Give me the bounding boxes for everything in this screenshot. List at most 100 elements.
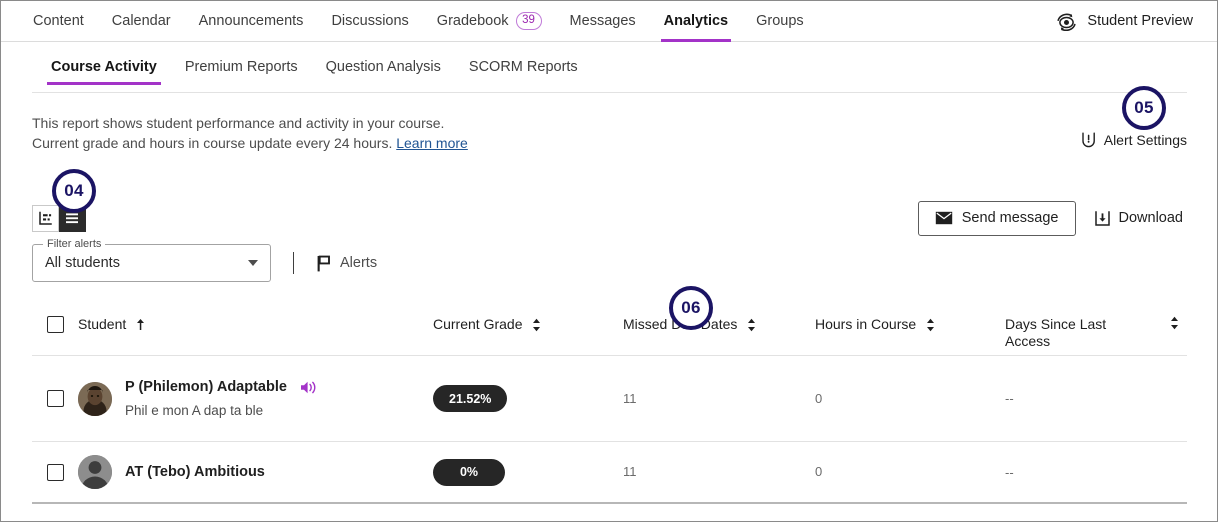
sort-toggle-icon xyxy=(926,318,935,332)
gradebook-count-badge: 39 xyxy=(515,12,542,30)
nav-item-calendar[interactable]: Calendar xyxy=(98,1,185,41)
row-hours-in-course-cell: 0 xyxy=(815,463,1005,481)
student-name: AT (Tebo) Ambitious xyxy=(125,464,265,480)
report-description-line-1: This report shows student performance an… xyxy=(32,115,445,131)
filter-alerts-value: All students xyxy=(45,255,120,271)
tab-question-analysis[interactable]: Question Analysis xyxy=(312,43,455,91)
analytics-course-activity-screen: Content Calendar Announcements Discussio… xyxy=(0,0,1218,522)
nav-item-analytics[interactable]: Analytics xyxy=(650,1,742,42)
nav-item-content[interactable]: Content xyxy=(29,1,98,41)
step-badge-06: 06 xyxy=(669,286,713,330)
student-activity-table: Student Current Grade Missed Dates Hours… xyxy=(32,308,1187,504)
days-since-last-access-value: -- xyxy=(1005,391,1014,406)
nav-item-label: Discussions xyxy=(331,13,409,29)
send-message-button[interactable]: Send message xyxy=(917,200,1076,236)
student-preview-button[interactable]: Student Preview xyxy=(1055,12,1201,31)
tab-course-activity[interactable]: Course Activity xyxy=(37,43,171,91)
tab-label: Question Analysis xyxy=(325,59,441,75)
nav-item-gradebook[interactable]: Gradebook 39 xyxy=(423,1,556,41)
column-header-label: Current Grade xyxy=(433,316,523,332)
toolbar-actions: Send message Download xyxy=(917,200,1188,236)
nav-item-label: Gradebook xyxy=(436,13,509,29)
column-header-label: Hours in Course xyxy=(815,316,917,332)
missed-due-dates-value: 11 xyxy=(623,390,637,406)
tab-label: Course Activity xyxy=(51,59,157,75)
learn-more-link[interactable]: Learn more xyxy=(396,135,468,151)
table-row[interactable]: P (Philemon) Adaptable Phil e mon A dap … xyxy=(32,356,1187,442)
tab-premium-reports[interactable]: Premium Reports xyxy=(171,43,312,91)
row-hours-in-course-cell: 0 xyxy=(815,390,1005,408)
nav-item-label: Groups xyxy=(756,13,804,29)
row-current-grade-cell: 0% xyxy=(433,458,623,486)
row-select-cell xyxy=(32,463,78,481)
column-header-current-grade[interactable]: Current Grade xyxy=(433,316,623,333)
filter-row: Filter alerts All students Alerts xyxy=(32,238,377,282)
name-pronunciation-audio-icon[interactable] xyxy=(300,380,318,395)
report-description: This report shows student performance an… xyxy=(32,93,1187,153)
avatar xyxy=(78,455,112,489)
nav-item-label: Analytics xyxy=(663,13,729,29)
nav-item-messages[interactable]: Messages xyxy=(556,1,650,41)
hours-in-course-value: 0 xyxy=(815,464,823,479)
step-badge-04: 04 xyxy=(52,169,96,213)
row-checkbox[interactable] xyxy=(46,463,64,481)
bar-chart-icon xyxy=(38,211,53,226)
nav-item-groups[interactable]: Groups xyxy=(742,1,818,41)
header-student-cell: Student xyxy=(78,316,433,333)
sort-toggle-icon[interactable] xyxy=(1170,316,1179,330)
row-student-cell: P (Philemon) Adaptable Phil e mon A dap … xyxy=(78,379,433,418)
student-name-pronunciation: Phil e mon A dap ta ble xyxy=(125,403,264,418)
row-missed-due-dates-cell: 11 xyxy=(623,390,815,408)
column-header-label: Student xyxy=(78,316,127,332)
student-name-row: AT (Tebo) Ambitious xyxy=(125,464,265,480)
row-missed-due-dates-cell: 11 xyxy=(623,463,815,481)
column-header-days-since-last-access[interactable]: Days Since Last Access xyxy=(1005,316,1117,350)
nav-item-announcements[interactable]: Announcements xyxy=(185,1,318,41)
table-body: P (Philemon) Adaptable Phil e mon A dap … xyxy=(32,356,1187,504)
header-current-grade-cell: Current Grade xyxy=(433,316,623,333)
sort-asc-icon xyxy=(136,318,145,331)
top-nav-items: Content Calendar Announcements Discussio… xyxy=(29,1,818,42)
alert-exclamation-icon xyxy=(1080,131,1097,148)
flag-icon xyxy=(316,255,331,272)
avatar xyxy=(78,381,112,416)
hours-in-course-value: 0 xyxy=(815,390,823,406)
download-button[interactable]: Download xyxy=(1090,210,1188,227)
student-identity: AT (Tebo) Ambitious xyxy=(78,455,433,489)
report-toolbar: Send message Download xyxy=(32,199,1187,237)
table-row[interactable]: AT (Tebo) Ambitious 0% 11 0 -- xyxy=(32,442,1187,504)
missed-due-dates-value: 11 xyxy=(623,464,637,479)
row-select-cell xyxy=(32,390,78,407)
header-hours-in-course-cell: Hours in Course xyxy=(815,316,1005,333)
tab-scorm-reports[interactable]: SCORM Reports xyxy=(455,43,592,91)
chart-view-button[interactable] xyxy=(32,204,59,232)
header-select-all-cell xyxy=(32,316,78,333)
column-header-hours-in-course[interactable]: Hours in Course xyxy=(815,316,1005,333)
row-days-since-last-access-cell: -- xyxy=(1005,391,1187,406)
sort-toggle-icon xyxy=(747,318,756,332)
filter-divider xyxy=(293,252,294,274)
chevron-down-icon xyxy=(248,260,258,266)
student-preview-label: Student Preview xyxy=(1087,13,1193,29)
nav-item-discussions[interactable]: Discussions xyxy=(317,1,422,41)
select-all-checkbox[interactable] xyxy=(46,316,64,333)
download-label: Download xyxy=(1118,210,1184,226)
alerts-filter-button[interactable]: Alerts xyxy=(316,255,377,272)
download-icon xyxy=(1094,210,1111,227)
days-since-last-access-value: -- xyxy=(1005,464,1014,480)
alerts-label: Alerts xyxy=(340,255,378,271)
column-header-label: Days Since Last Access xyxy=(1005,316,1107,349)
nav-item-label: Content xyxy=(33,13,84,29)
row-current-grade-cell: 21.52% xyxy=(433,385,623,412)
column-header-missed-due-dates[interactable]: Missed Due Dates xyxy=(623,316,815,333)
current-grade-pill: 0% xyxy=(433,458,505,486)
alert-settings-button[interactable]: Alert Settings xyxy=(1080,131,1187,148)
column-header-student[interactable]: Student xyxy=(78,316,433,333)
row-checkbox[interactable] xyxy=(46,390,64,407)
report-description-line-2-text: Current grade and hours in course update… xyxy=(32,135,393,151)
filter-alerts-select[interactable]: Filter alerts All students xyxy=(32,238,271,282)
nav-item-label: Messages xyxy=(569,13,636,29)
header-missed-due-dates-cell: Missed Due Dates xyxy=(623,316,815,333)
student-name-row: P (Philemon) Adaptable xyxy=(125,379,318,395)
course-activity-panel: This report shows student performance an… xyxy=(1,92,1217,521)
